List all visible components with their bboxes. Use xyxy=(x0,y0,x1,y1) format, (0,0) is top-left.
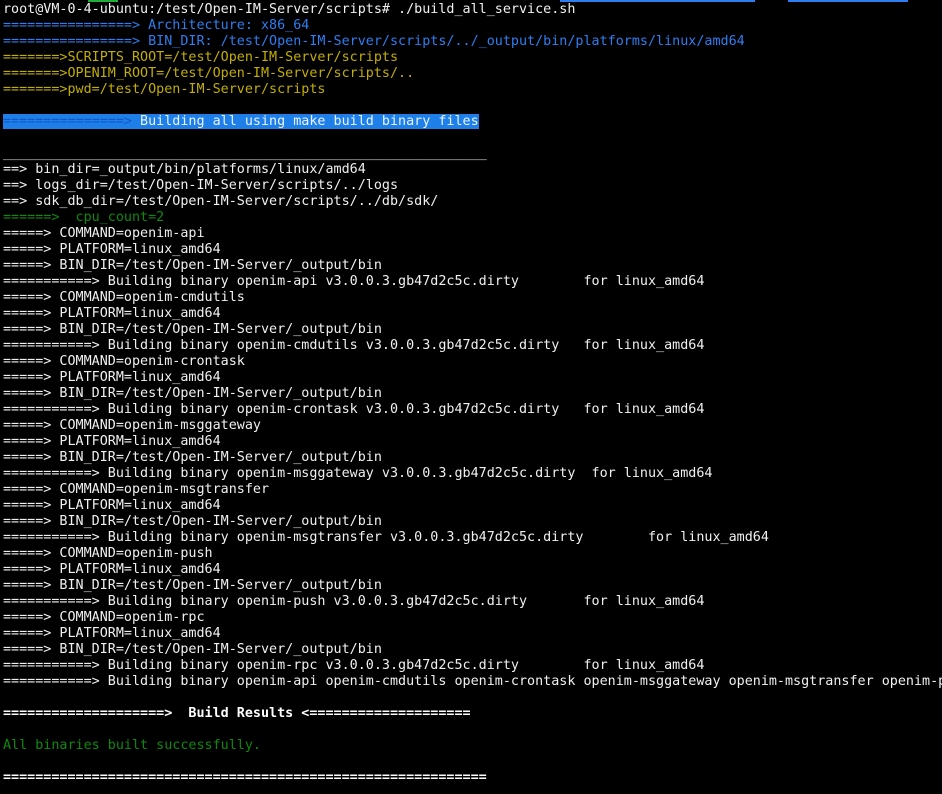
terminal-screen: root@VM-0-4-ubuntu:/test/Open-IM-Server/… xyxy=(3,2,942,786)
banner-label: Building all using make build binary fil… xyxy=(132,114,479,129)
command-line-msggateway: =====> COMMAND=openim-msggateway xyxy=(3,418,942,434)
blank-line xyxy=(3,754,942,770)
command-line-rpc: =====> COMMAND=openim-rpc xyxy=(3,610,942,626)
architecture-line: ================> Architecture: x86_64 xyxy=(3,18,942,34)
scripts-root-line: =======>SCRIPTS_ROOT=/test/Open-IM-Serve… xyxy=(3,50,942,66)
building-line-msgtransfer: ===========> Building binary openim-msgt… xyxy=(3,530,942,546)
build-success-line: All binaries built successfully. xyxy=(3,738,942,754)
bindir-line: =====> BIN_DIR=/test/Open-IM-Server/_out… xyxy=(3,322,942,338)
banner-arrow: ===============> xyxy=(3,114,132,129)
building-line-push: ===========> Building binary openim-push… xyxy=(3,594,942,610)
bindir-line: =====> BIN_DIR=/test/Open-IM-Server/_out… xyxy=(3,258,942,274)
blank-line xyxy=(3,98,942,114)
pwd-line: =======>pwd=/test/Open-IM-Server/scripts xyxy=(3,82,942,98)
command-line-push: =====> COMMAND=openim-push xyxy=(3,546,942,562)
bindir-line: =====> BIN_DIR=/test/Open-IM-Server/_out… xyxy=(3,642,942,658)
sdk-db-dir-line: ==> sdk_db_dir=/test/Open-IM-Server/scri… xyxy=(3,194,942,210)
bin-dir-var-line: ==> bin_dir=_output/bin/platforms/linux/… xyxy=(3,162,942,178)
command-line-cmdutils: =====> COMMAND=openim-cmdutils xyxy=(3,290,942,306)
building-all-binaries-line: ===========> Building binary openim-api … xyxy=(3,674,942,690)
blank-line xyxy=(3,690,942,706)
command-line-crontask: =====> COMMAND=openim-crontask xyxy=(3,354,942,370)
command-line-api: =====> COMMAND=openim-api xyxy=(3,226,942,242)
build-results-header: ====================> Build Results <===… xyxy=(3,706,942,722)
build-all-banner: ===============> Building all using make… xyxy=(3,114,942,130)
building-line-msggateway: ===========> Building binary openim-msgg… xyxy=(3,466,942,482)
platform-line: =====> PLATFORM=linux_amd64 xyxy=(3,306,942,322)
platform-line: =====> PLATFORM=linux_amd64 xyxy=(3,626,942,642)
bin-dir-line: ================> BIN_DIR: /test/Open-IM… xyxy=(3,34,942,50)
terminal-window[interactable]: root@VM-0-4-ubuntu:/test/Open-IM-Server/… xyxy=(0,0,942,794)
platform-line: =====> PLATFORM=linux_amd64 xyxy=(3,498,942,514)
separator-underscore-line: ________________________________________… xyxy=(3,146,942,162)
building-line-rpc: ===========> Building binary openim-rpc … xyxy=(3,658,942,674)
bindir-line: =====> BIN_DIR=/test/Open-IM-Server/_out… xyxy=(3,514,942,530)
platform-line: =====> PLATFORM=linux_amd64 xyxy=(3,242,942,258)
bindir-line: =====> BIN_DIR=/test/Open-IM-Server/_out… xyxy=(3,450,942,466)
blank-line xyxy=(3,130,942,146)
bindir-line: =====> BIN_DIR=/test/Open-IM-Server/_out… xyxy=(3,386,942,402)
blank-line xyxy=(3,722,942,738)
logs-dir-line: ==> logs_dir=/test/Open-IM-Server/script… xyxy=(3,178,942,194)
building-line-cmdutils: ===========> Building binary openim-cmdu… xyxy=(3,338,942,354)
command-line-msgtransfer: =====> COMMAND=openim-msgtransfer xyxy=(3,482,942,498)
prompt-command-line: root@VM-0-4-ubuntu:/test/Open-IM-Server/… xyxy=(3,2,942,18)
footer-separator-line: ========================================… xyxy=(3,770,942,786)
openim-root-line: =======>OPENIM_ROOT=/test/Open-IM-Server… xyxy=(3,66,942,82)
building-line-api: ===========> Building binary openim-api … xyxy=(3,274,942,290)
cpu-count-line: ======> cpu_count=2 xyxy=(3,210,942,226)
platform-line: =====> PLATFORM=linux_amd64 xyxy=(3,562,942,578)
bindir-line: =====> BIN_DIR=/test/Open-IM-Server/_out… xyxy=(3,578,942,594)
platform-line: =====> PLATFORM=linux_amd64 xyxy=(3,434,942,450)
building-line-crontask: ===========> Building binary openim-cron… xyxy=(3,402,942,418)
platform-line: =====> PLATFORM=linux_amd64 xyxy=(3,370,942,386)
